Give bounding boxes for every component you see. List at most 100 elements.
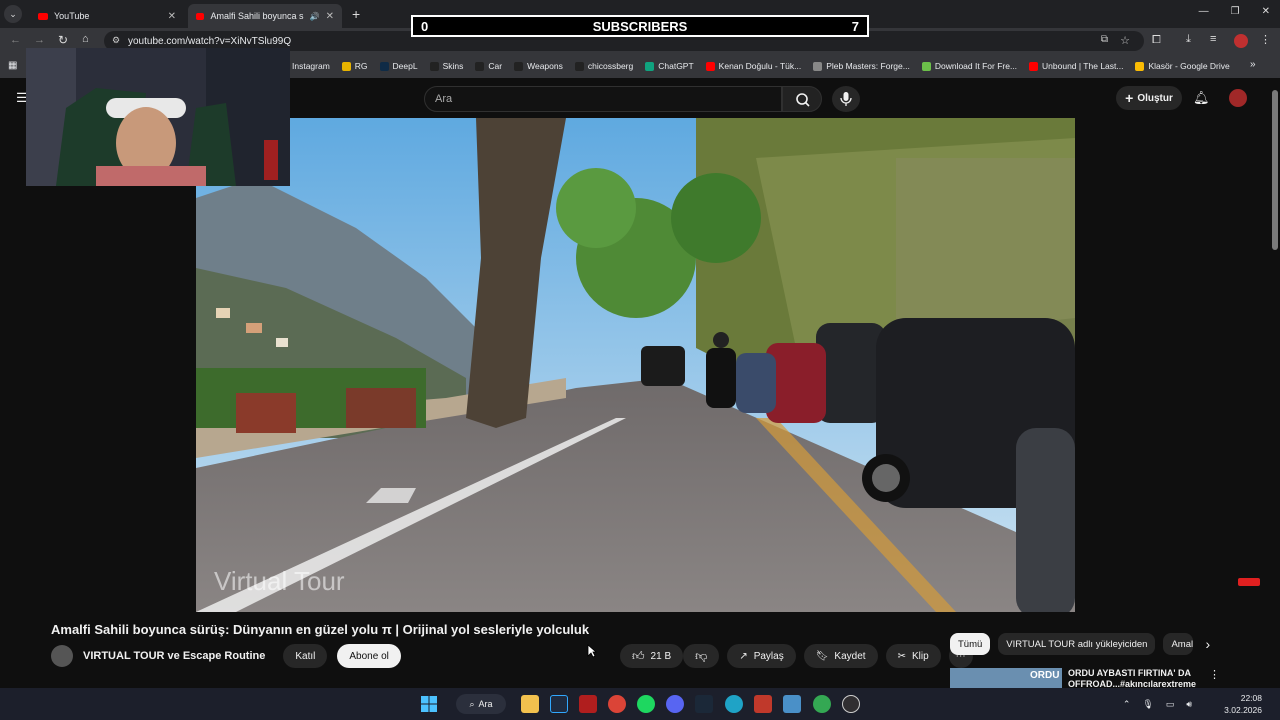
bookmark-item[interactable]: Unbound | The Last...: [1023, 61, 1129, 71]
windows-start-icon[interactable]: [420, 695, 438, 713]
clock-time[interactable]: 22:08: [1224, 692, 1262, 704]
page-scrollbar[interactable]: [1270, 78, 1280, 688]
notifications-bell-icon[interactable]: 🔔︎: [1193, 90, 1210, 106]
close-icon[interactable]: ✕: [168, 11, 176, 22]
chrome-active-icon[interactable]: [813, 695, 831, 713]
bookmark-item[interactable]: Skins: [424, 61, 470, 71]
speaker-icon[interactable]: 🔊: [310, 12, 320, 21]
voice-search-button[interactable]: [832, 86, 860, 112]
app-icon[interactable]: [783, 695, 801, 713]
webcam-image: [26, 48, 290, 186]
like-button[interactable]: 👍︎ 21 B: [620, 644, 684, 668]
deepl-icon: [379, 61, 389, 71]
steam-icon[interactable]: [695, 695, 713, 713]
chevron-right-icon[interactable]: ›: [1205, 636, 1210, 652]
bookmark-item[interactable]: Instagram: [286, 61, 336, 71]
bookmark-item[interactable]: Klasör - Google Drive: [1129, 61, 1235, 71]
scrollbar-thumb[interactable]: [1272, 90, 1278, 250]
recommended-video[interactable]: ORDU ORDU AYBASTI FIRTINA' DA OFFROAD...…: [950, 668, 1220, 690]
menu-icon[interactable]: ⋮: [1260, 33, 1271, 46]
reload-icon[interactable]: ↻: [58, 33, 68, 47]
new-tab-button[interactable]: +: [352, 6, 360, 22]
minimize-icon[interactable]: —: [1199, 6, 1209, 17]
photoshop-icon[interactable]: [550, 695, 568, 713]
file-explorer-icon[interactable]: [521, 695, 539, 713]
save-button[interactable]: 🔖︎ Kaydet: [803, 644, 878, 668]
bookmark-star-icon[interactable]: ☆: [1120, 34, 1130, 47]
volume-icon[interactable]: 🔊︎: [1186, 698, 1192, 710]
search-icon: ⌕: [469, 698, 475, 709]
dislike-button[interactable]: 👎︎: [683, 644, 720, 668]
bookmark-label: Skins: [442, 61, 464, 71]
recommendation-info: ORDU AYBASTI FIRTINA' DA OFFROAD...#akın…: [1068, 668, 1196, 690]
bookmark-item[interactable]: Weapons: [508, 61, 569, 71]
network-icon[interactable]: ▭: [1166, 698, 1175, 710]
mic-icon: [840, 92, 852, 106]
home-icon[interactable]: ⌂: [82, 33, 89, 45]
app-icon[interactable]: [754, 695, 772, 713]
download-icon[interactable]: ⤓: [1186, 33, 1191, 46]
filezilla-icon[interactable]: [579, 695, 597, 713]
more-bookmarks-icon[interactable]: »: [1250, 59, 1256, 70]
join-button[interactable]: Katıl: [283, 644, 328, 668]
tab-amalfi[interactable]: Amalfi Sahili boyunca sürüş 🔊 ✕: [188, 4, 342, 28]
more-options-icon[interactable]: ⋮: [1209, 668, 1220, 681]
bookmark-item[interactable]: DeepL: [374, 61, 424, 71]
video-thumbnail[interactable]: ORDU: [950, 668, 1062, 688]
bookmark-item[interactable]: Car: [469, 61, 508, 71]
tab-list-button[interactable]: ⌄: [4, 5, 22, 23]
back-icon[interactable]: ←: [10, 34, 21, 46]
bookmark-item[interactable]: Download It For Fre...: [916, 61, 1023, 71]
system-tray: ⌃ 🎙︎ ▭ 🔊︎ 22:08 3.02.2026: [1123, 692, 1262, 716]
media-icon[interactable]: ≡: [1210, 33, 1216, 45]
tray-icons[interactable]: ⌃ 🎙︎ ▭ 🔊︎: [1123, 698, 1192, 710]
subscribe-button[interactable]: Abone ol: [337, 644, 401, 668]
video-watermark: Virtual Tour: [214, 566, 345, 596]
close-window-icon[interactable]: ✕: [1262, 6, 1270, 17]
profile-avatar[interactable]: [1234, 34, 1248, 48]
tab-youtube[interactable]: YouTube ✕: [30, 4, 184, 28]
chip-from-uploader[interactable]: VIRTUAL TOUR adlı yükleyiciden: [998, 633, 1156, 655]
search-button[interactable]: [782, 86, 822, 112]
chip-amalfi[interactable]: Amal: [1163, 633, 1194, 655]
discord-icon[interactable]: [666, 695, 684, 713]
bookmark-item[interactable]: chicossberg: [569, 61, 639, 71]
clip-button[interactable]: ✂ Klip: [885, 644, 941, 668]
bookmark-item[interactable]: Kenan Doğulu - Tük...: [700, 61, 808, 71]
chip-all[interactable]: Tümü: [950, 633, 991, 655]
search-input[interactable]: Ara: [424, 86, 782, 112]
maximize-icon[interactable]: ❐: [1231, 6, 1240, 17]
chevron-up-icon[interactable]: ⌃: [1123, 698, 1131, 710]
taskbar-search[interactable]: ⌕ Ara: [456, 694, 506, 714]
account-avatar[interactable]: [1229, 89, 1247, 107]
apps-icon[interactable]: ▦: [8, 60, 17, 71]
bookmark-label: Unbound | The Last...: [1042, 61, 1124, 71]
bookmark-item[interactable]: RG: [336, 61, 374, 71]
video-player[interactable]: Virtual Tour: [196, 118, 1075, 612]
channel-name[interactable]: VIRTUAL TOUR ve Escape Routine: [83, 650, 265, 662]
bookmark-list: Instagram RG DeepL Skins Car Weapons chi…: [286, 54, 1236, 78]
related-filter-chips: Tümü VIRTUAL TOUR adlı yükleyiciden Amal…: [950, 633, 1210, 655]
site-info-icon[interactable]: ⚙: [112, 35, 120, 46]
bookmark-item[interactable]: ChatGPT: [639, 61, 699, 71]
obs-icon[interactable]: [842, 695, 860, 713]
edge-icon[interactable]: [725, 695, 743, 713]
spotify-icon[interactable]: [637, 695, 655, 713]
subscribe-watermark-icon[interactable]: [1238, 578, 1260, 586]
clock-date[interactable]: 3.02.2026: [1224, 704, 1262, 716]
chrome-icon[interactable]: [608, 695, 626, 713]
subscriber-count-goal: 7: [851, 18, 859, 34]
video-actions: 👍︎ 21 B 👎︎ ↗ Paylaş 🔖︎ Kaydet ✂ Klip ⋯: [620, 644, 973, 668]
bookmark-label: DeepL: [392, 61, 418, 71]
create-button[interactable]: + Oluştur: [1116, 86, 1182, 110]
extensions-icon[interactable]: ⧠: [1152, 34, 1161, 47]
share-label: Paylaş: [753, 650, 784, 662]
mic-icon[interactable]: 🎙︎: [1142, 698, 1153, 710]
bookmark-item[interactable]: Pleb Masters: Forge...: [807, 61, 916, 71]
install-icon[interactable]: ⧉: [1101, 34, 1108, 45]
tab-label: Amalfi Sahili boyunca sürüş: [210, 11, 304, 21]
forward-icon[interactable]: →: [34, 34, 45, 46]
share-button[interactable]: ↗ Paylaş: [727, 644, 796, 668]
channel-avatar[interactable]: [51, 645, 73, 667]
close-icon[interactable]: ✕: [326, 11, 334, 22]
